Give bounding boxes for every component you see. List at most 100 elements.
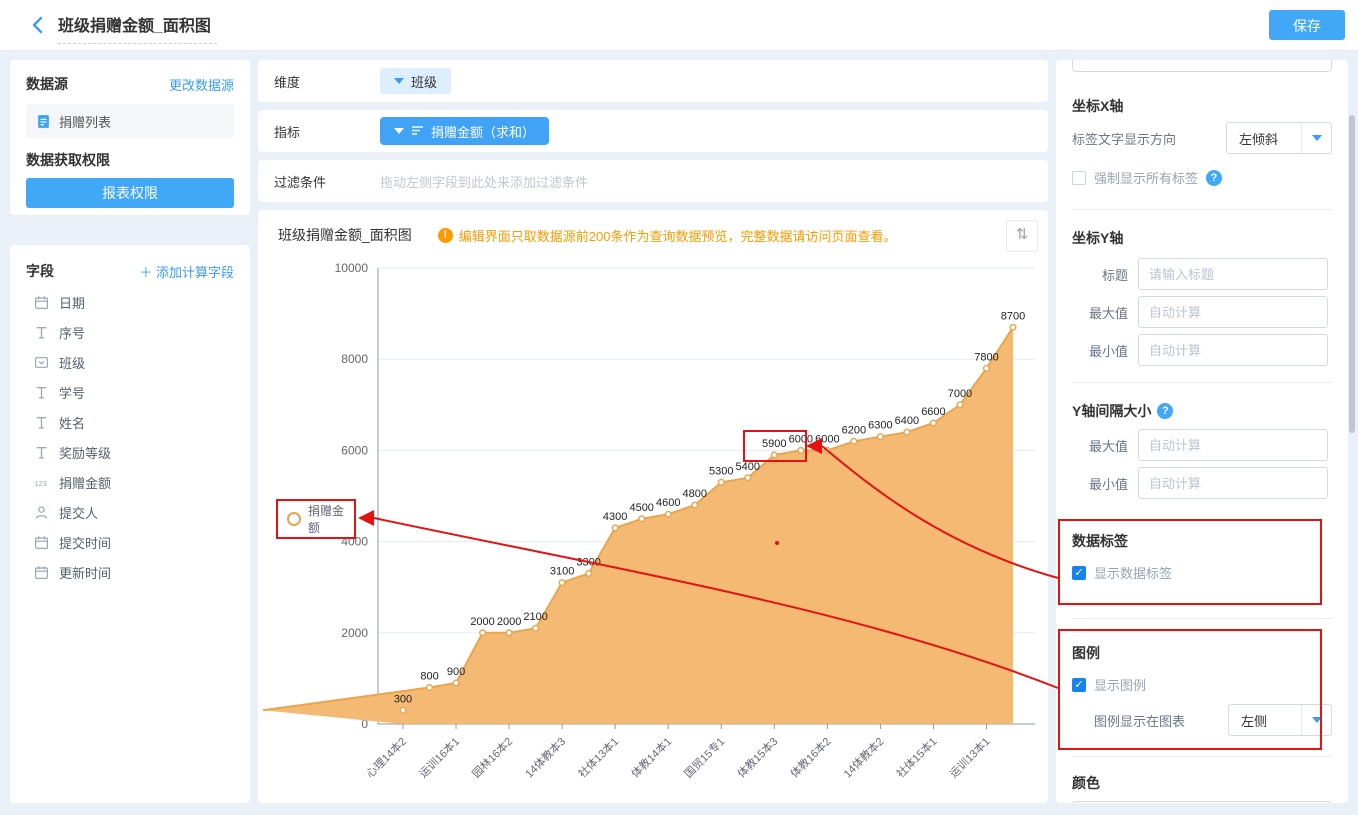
data-label: 8700 [1001, 310, 1025, 322]
y-min-input[interactable] [1138, 334, 1328, 366]
show-legend-checkbox[interactable]: ✓ [1072, 677, 1086, 692]
y-title-input[interactable] [1138, 258, 1328, 290]
data-point[interactable] [505, 629, 513, 637]
plus-icon: ＋ [139, 264, 156, 280]
data-label: 4600 [656, 497, 680, 509]
color-scheme-select[interactable]: 烟花 ✎ [1072, 801, 1332, 803]
data-point[interactable] [956, 401, 964, 409]
divider [1072, 618, 1332, 619]
data-point[interactable] [797, 446, 805, 454]
back-icon[interactable] [28, 15, 48, 35]
interval-min-input[interactable] [1138, 467, 1328, 499]
data-point[interactable] [929, 419, 937, 427]
field-item[interactable]: 提交人 [26, 497, 234, 527]
data-point[interactable] [717, 478, 725, 486]
field-item[interactable]: 提交时间 [26, 527, 234, 557]
data-point[interactable] [982, 364, 991, 372]
data-point[interactable] [1009, 323, 1017, 331]
legend-section-title: 图例 [1072, 645, 1100, 661]
data-point[interactable] [823, 446, 831, 454]
field-item[interactable]: 奖励等级 [26, 437, 234, 467]
chart-legend[interactable]: 捐赠金额 [276, 499, 356, 539]
data-point[interactable] [876, 433, 884, 441]
data-label: 7800 [974, 351, 998, 363]
save-button[interactable]: 保存 [1269, 10, 1345, 40]
chevron-down-icon [394, 78, 404, 84]
report-permission-button[interactable]: 报表权限 [26, 178, 234, 208]
data-point[interactable] [850, 437, 858, 445]
filter-dropzone[interactable]: 拖动左侧字段到此处来添加过滤条件 [380, 172, 588, 191]
interval-max-label: 最大值 [1088, 438, 1128, 454]
data-point[interactable] [558, 579, 566, 587]
field-item[interactable]: 123 捐赠金额 [26, 467, 234, 497]
top-bar: 班级捐赠金额_面积图 保存 [0, 0, 1358, 51]
data-point[interactable] [903, 428, 911, 436]
divider [1072, 756, 1332, 757]
datasource-name: 捐赠列表 [59, 114, 112, 130]
x-axis-label: 运训16本1 [416, 734, 462, 780]
data-point[interactable] [452, 679, 460, 687]
sort-button[interactable]: ⇅ [1006, 220, 1038, 252]
field-item[interactable]: 日期 [26, 287, 234, 317]
legend-position-label: 图例显示在图表 [1094, 713, 1186, 729]
data-label: 6200 [842, 424, 866, 436]
data-point[interactable] [691, 501, 699, 509]
data-label: 2000 [497, 616, 521, 628]
x-axis-label: 国贸15专1 [681, 734, 727, 780]
y-axis-tick-label: 10000 [335, 261, 369, 275]
data-point[interactable] [585, 569, 593, 578]
settings-panel: 坐标X轴 标签文字显示方向 左倾斜 强制显示所有标签 ? 坐标Y轴 标题 最大值… [1056, 60, 1348, 803]
divider [1072, 209, 1332, 210]
datasource-panel: 数据源 更改数据源 捐赠列表 数据获取权限 报表权限 [10, 60, 250, 215]
y-max-input[interactable] [1138, 296, 1328, 328]
y-min-label: 最小值 [1088, 343, 1128, 359]
clipped-setting-input[interactable] [1072, 60, 1332, 72]
chart-panel: 班级捐赠金额_面积图 ! 编辑界面只取数据源前200条作为查询数据预览，完整数据… [258, 210, 1048, 803]
interval-max-input[interactable] [1138, 429, 1328, 461]
text-icon [34, 325, 49, 340]
text-icon [34, 415, 49, 430]
data-label: 4300 [603, 511, 627, 523]
scrollbar-thumb[interactable] [1349, 115, 1355, 433]
data-label: 4800 [682, 488, 706, 500]
metric-tag[interactable]: 捐赠金额（求和） [380, 117, 550, 145]
x-axis-label: 运训13本1 [946, 734, 992, 780]
field-item[interactable]: 更新时间 [26, 557, 234, 587]
legend-label: 捐赠金额 [308, 504, 345, 535]
field-item[interactable]: 姓名 [26, 407, 234, 437]
metric-label: 指标 [274, 124, 301, 140]
filter-row: 过滤条件 拖动左侧字段到此处来添加过滤条件 [258, 160, 1048, 202]
y-axis-section-title: 坐标Y轴 [1072, 230, 1124, 246]
help-icon[interactable]: ? [1206, 169, 1223, 186]
show-data-labels-checkbox[interactable]: ✓ [1072, 565, 1086, 580]
label-direction-select[interactable]: 左倾斜 [1226, 122, 1332, 154]
chevron-down-icon [1301, 123, 1331, 153]
legend-position-select[interactable]: 左侧 [1228, 704, 1332, 736]
data-label: 7000 [948, 388, 972, 400]
force-labels-checkbox[interactable] [1072, 170, 1086, 185]
datasource-item[interactable]: 捐赠列表 [26, 104, 234, 138]
person-icon [34, 505, 49, 520]
page-title: 班级捐赠金额_面积图 [58, 12, 217, 44]
add-calc-field-link[interactable]: ＋ 添加计算字段 [139, 262, 234, 281]
data-point[interactable] [425, 683, 434, 692]
data-point[interactable] [638, 515, 646, 523]
chart-title: 班级捐赠金额_面积图 [278, 227, 412, 243]
field-item[interactable]: 序号 [26, 317, 234, 347]
data-point[interactable] [611, 524, 619, 532]
help-icon[interactable]: ? [1157, 403, 1174, 419]
data-point[interactable] [744, 474, 752, 482]
field-item[interactable]: 班级 [26, 347, 234, 377]
y-interval-section-title: Y轴间隔大小 ? [1072, 401, 1332, 421]
data-point[interactable] [664, 510, 672, 518]
chevron-down-icon [1301, 705, 1331, 735]
change-datasource-link[interactable]: 更改数据源 [169, 75, 234, 94]
area-fill [263, 327, 1013, 724]
data-point[interactable] [479, 629, 487, 637]
data-label: 300 [394, 693, 412, 705]
data-point[interactable] [532, 624, 540, 632]
data-point[interactable] [399, 706, 407, 714]
data-point[interactable] [770, 451, 778, 459]
dimension-tag[interactable]: 班级 [380, 68, 452, 94]
field-item[interactable]: 学号 [26, 377, 234, 407]
